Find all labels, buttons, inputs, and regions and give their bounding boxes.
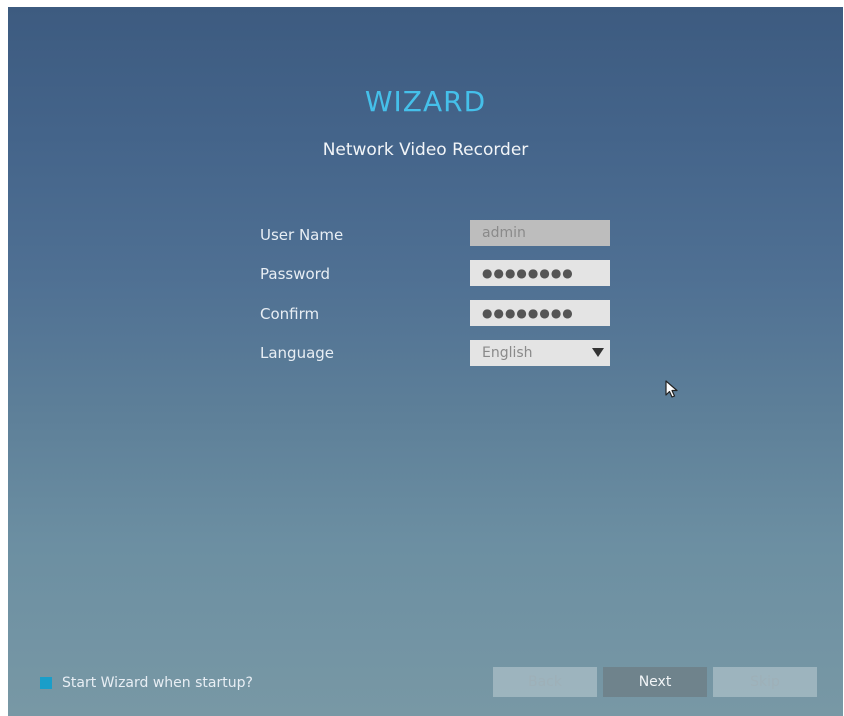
confirm-label: Confirm	[260, 305, 320, 323]
mouse-pointer-icon	[665, 380, 678, 398]
password-field[interactable]: ●●●●●●●●	[470, 260, 610, 286]
language-select[interactable]: English	[470, 340, 610, 366]
username-field[interactable]: admin	[470, 220, 610, 246]
startup-option[interactable]: Start Wizard when startup?	[40, 675, 253, 691]
chevron-down-icon[interactable]	[592, 348, 604, 357]
password-label: Password	[260, 265, 331, 283]
wizard-screen: WIZARD Network Video Recorder User Name …	[8, 7, 843, 716]
wizard-subtitle: Network Video Recorder	[322, 140, 529, 160]
language-select-value: English	[482, 345, 533, 361]
language-label: Language	[260, 344, 335, 362]
username-label: User Name	[260, 226, 344, 244]
startup-checkbox-label: Start Wizard when startup?	[62, 675, 253, 691]
skip-button[interactable]: Skip	[713, 667, 817, 697]
wizard-title: WIZARD	[364, 85, 487, 118]
next-button[interactable]: Next	[603, 667, 707, 697]
back-button[interactable]: Back	[493, 667, 597, 697]
confirm-password-field[interactable]: ●●●●●●●●	[470, 300, 610, 326]
startup-checkbox[interactable]	[40, 677, 52, 689]
